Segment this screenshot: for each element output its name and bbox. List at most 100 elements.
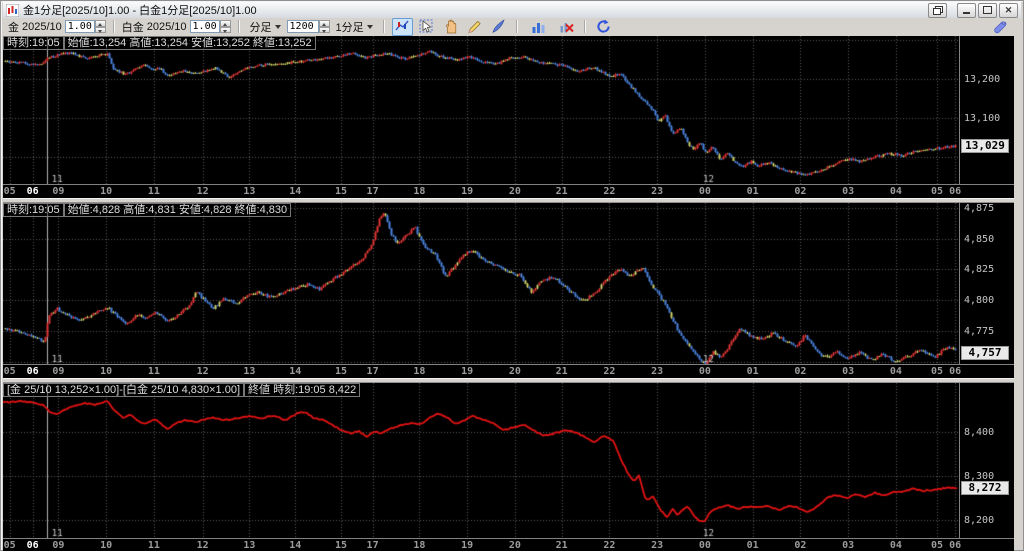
x-axis-tick: 05 [4, 186, 16, 197]
x-axis-tick: 03 [842, 366, 854, 377]
y-axis-label: 4,775 [964, 326, 994, 337]
x-axis-tick: 06 [27, 540, 39, 551]
maximize-button[interactable] [978, 3, 997, 18]
x-axis-tick: 21 [556, 366, 568, 377]
x-axis-tick: 20 [509, 366, 521, 377]
x-axis-tick: 09 [52, 540, 64, 551]
chevron-down-icon [367, 25, 373, 29]
window-title: 金1分足[2025/10]1.00 - 白金1分足[2025/10]1.00 [23, 2, 257, 18]
refresh-icon [596, 19, 611, 34]
interval-dropdown[interactable]: 1分足 [333, 19, 376, 34]
kline-tool-icon [395, 19, 410, 34]
x-axis-tick: 01 [747, 366, 759, 377]
platinum-multiplier-stepper[interactable] [220, 20, 231, 33]
gold-multiplier-stepper[interactable] [95, 20, 106, 33]
kline-tool-button[interactable] [392, 18, 413, 36]
y-axis-label: 13,200 [964, 74, 1000, 85]
bar-type-dropdown[interactable]: 分足 [247, 19, 284, 34]
platinum-plot[interactable]: 時刻:19:05始値:4,828 高値:4,831 安値:4,828 終値:4,… [3, 203, 958, 364]
x-axis-tick: 05 [931, 540, 943, 551]
gold-month-label: 2025/10 [22, 21, 62, 33]
settings-button[interactable] [989, 18, 1010, 36]
pencil-tool-button[interactable] [464, 18, 485, 36]
x-axis-tick: 21 [556, 186, 568, 197]
app-chart-icon [6, 4, 19, 17]
x-axis-tick: 00 [699, 540, 711, 551]
x-axis-tick: 02 [794, 186, 806, 197]
select-tool-button[interactable] [416, 18, 437, 36]
gold-label: 金 [8, 19, 19, 35]
delete-chart-button[interactable] [556, 18, 577, 36]
x-axis-tick: 22 [603, 186, 615, 197]
x-axis-tick: 17 [367, 366, 379, 377]
x-axis-tick: 01 [747, 186, 759, 197]
toolbar-separator [113, 20, 115, 33]
x-axis-tick: 12 [197, 186, 209, 197]
x-axis-tick: 17 [367, 540, 379, 551]
platinum-time-axis: 0506091011121314151718192021222300010203… [3, 364, 1014, 378]
x-axis-tick: 14 [289, 366, 301, 377]
x-axis-tick: 15 [335, 366, 347, 377]
x-axis-tick: 03 [842, 540, 854, 551]
x-axis-tick: 21 [556, 540, 568, 551]
x-axis-tick: 06 [27, 366, 39, 377]
title-bar[interactable]: 金1分足[2025/10]1.00 - 白金1分足[2025/10]1.00 ✕ [3, 2, 1021, 18]
x-axis-tick: 15 [335, 186, 347, 197]
toolbar-separator [584, 20, 586, 33]
spread-time-axis: 0506091011121314151718192021222300010203… [3, 538, 1014, 551]
x-axis-tick: 05 [4, 366, 16, 377]
spread-chart-panel: [金 25/10 13,252×1.00]-[白金 25/10 4,830×1.… [3, 383, 1014, 551]
x-axis-tick: 18 [413, 540, 425, 551]
x-axis-tick: 09 [52, 366, 64, 377]
x-axis-tick: 10 [100, 186, 112, 197]
x-axis-tick: 19 [461, 366, 473, 377]
x-axis-tick: 06 [949, 186, 961, 197]
platinum-label: 白金 [122, 19, 144, 35]
x-axis-tick: 19 [461, 540, 473, 551]
pan-tool-button[interactable] [440, 18, 461, 36]
x-axis-tick: 22 [603, 366, 615, 377]
y-axis-label: 4,850 [964, 234, 994, 245]
platinum-multiplier-input[interactable] [190, 20, 220, 33]
hand-pan-icon [443, 19, 458, 34]
x-axis-tick: 04 [890, 366, 902, 377]
gold-price-axis: 13,20013,10013,029 [959, 36, 1014, 184]
settings-wrench-icon [993, 20, 1007, 34]
x-axis-tick: 05 [931, 366, 943, 377]
x-axis-tick: 11 [148, 540, 160, 551]
close-button[interactable]: ✕ [999, 3, 1018, 18]
x-axis-tick: 04 [890, 540, 902, 551]
annotate-tool-button[interactable] [488, 18, 509, 36]
x-axis-tick: 15 [335, 540, 347, 551]
platinum-chart-panel: 時刻:19:05始値:4,828 高値:4,831 安値:4,828 終値:4,… [3, 203, 1014, 378]
toolbar-separator [238, 20, 240, 33]
x-axis-tick: 20 [509, 540, 521, 551]
x-axis-tick: 03 [842, 186, 854, 197]
spread-plot[interactable]: [金 25/10 13,252×1.00]-[白金 25/10 4,830×1.… [3, 383, 958, 538]
y-axis-label: 4,875 [964, 203, 994, 214]
x-axis-tick: 02 [794, 366, 806, 377]
x-axis-tick: 13 [243, 540, 255, 551]
bar-count-stepper[interactable] [319, 20, 330, 33]
chart-type-button[interactable] [525, 18, 553, 36]
toolbar-separator [516, 20, 518, 33]
platinum-month-label: 2025/10 [147, 21, 187, 33]
x-axis-tick: 18 [413, 366, 425, 377]
x-axis-tick: 00 [699, 366, 711, 377]
x-axis-tick: 23 [651, 186, 663, 197]
restore-windows-button[interactable] [928, 3, 947, 18]
x-axis-tick: 17 [367, 186, 379, 197]
x-axis-tick: 20 [509, 186, 521, 197]
x-axis-tick: 06 [27, 186, 39, 197]
gold-plot[interactable]: 時刻:19:05始値:13,254 高値:13,254 安値:13,252 終値… [3, 36, 958, 184]
gold-multiplier-input[interactable] [65, 20, 95, 33]
refresh-button[interactable] [593, 18, 614, 36]
minimize-button[interactable] [957, 3, 976, 18]
x-axis-tick: 19 [461, 186, 473, 197]
x-axis-tick: 18 [413, 186, 425, 197]
bar-count-input[interactable] [287, 20, 319, 33]
x-axis-tick: 10 [100, 540, 112, 551]
last-price-box: 8,272 [961, 481, 1009, 495]
gold-time-axis: 0506091011121314151718192021222300010203… [3, 184, 1014, 198]
x-axis-tick: 13 [243, 366, 255, 377]
